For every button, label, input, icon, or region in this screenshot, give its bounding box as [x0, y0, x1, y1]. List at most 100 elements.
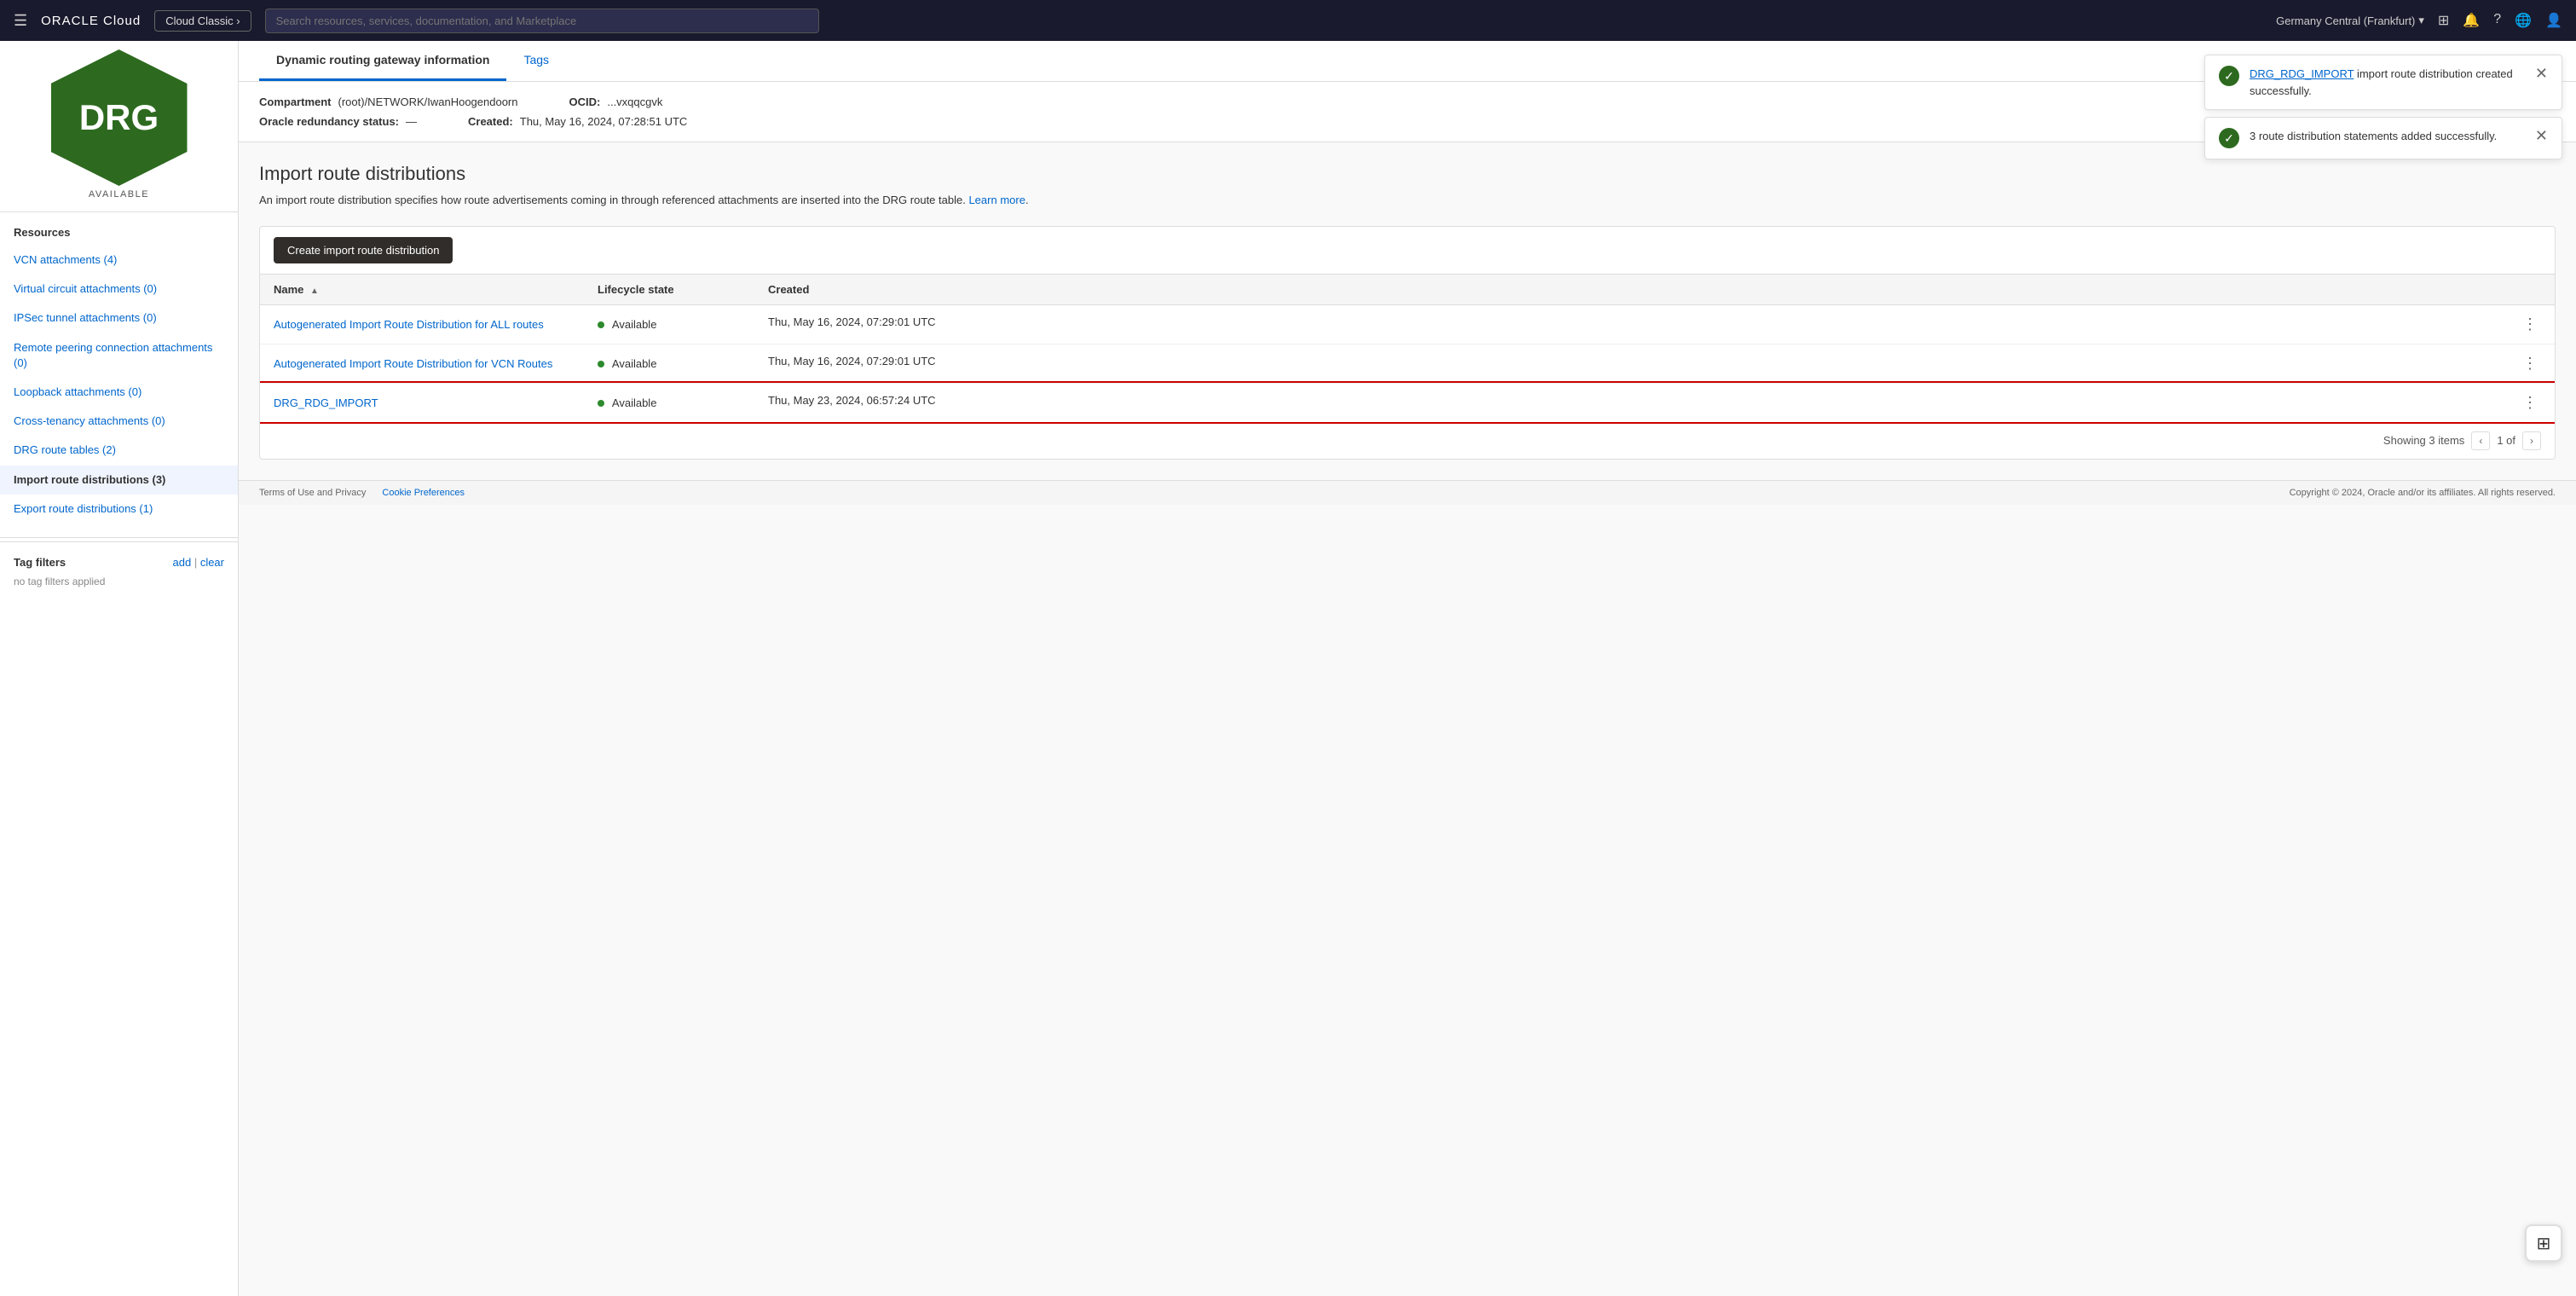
pagination-prev-button[interactable]: ‹ [2471, 431, 2490, 450]
column-name-label: Name [274, 283, 303, 296]
notification-bell-icon[interactable]: 🔔 [2463, 12, 2480, 29]
content-area: ✓ DRG_RDG_IMPORT import route distributi… [239, 41, 2576, 1296]
ocid-value: ...vxqqcgvk [607, 95, 662, 108]
sidebar-item-virtual-circuit[interactable]: Virtual circuit attachments (0) [0, 275, 238, 304]
row-2-state-text: Available [612, 357, 657, 370]
region-chevron-icon: ▾ [2418, 14, 2424, 27]
row-1-actions-menu-button[interactable]: ⋮ [2519, 315, 2541, 333]
toast-2-body: 3 route distribution statements added su… [2250, 128, 2525, 145]
cookie-preferences-link[interactable]: Cookie Preferences [382, 488, 465, 498]
region-label: Germany Central (Frankfurt) [2276, 14, 2415, 27]
tag-filters-label: Tag filters [14, 556, 66, 569]
row-2-name-link[interactable]: Autogenerated Import Route Distribution … [274, 357, 552, 370]
sidebar-item-loopback[interactable]: Loopback attachments (0) [0, 378, 238, 407]
row-1-status-dot [598, 321, 604, 328]
copyright-text: Copyright © 2024, Oracle and/or its affi… [2290, 488, 2556, 498]
terms-of-use-link[interactable]: Terms of Use and Privacy [259, 488, 366, 498]
global-search-input[interactable] [265, 9, 819, 33]
notifications-container: ✓ DRG_RDG_IMPORT import route distributi… [2204, 55, 2562, 159]
row-2-status-dot [598, 361, 604, 367]
row-3-name-cell: DRG_RDG_IMPORT [260, 383, 584, 422]
toast-2-close-button[interactable]: ✕ [2535, 128, 2548, 143]
column-header-name[interactable]: Name ▲ [260, 275, 584, 305]
language-globe-icon[interactable]: 🌐 [2515, 12, 2532, 29]
row-1-state-cell: Available [584, 304, 754, 344]
table-row: Autogenerated Import Route Distribution … [260, 304, 2555, 344]
sidebar-item-import-route-distributions[interactable]: Import route distributions (3) [0, 466, 238, 495]
cloud-classic-button[interactable]: Cloud Classic › [154, 10, 251, 32]
create-import-route-distribution-button[interactable]: Create import route distribution [274, 237, 453, 263]
drg-rdg-import-link-toast[interactable]: DRG_RDG_IMPORT [2250, 67, 2354, 80]
oracle-logo: ORACLE Cloud [41, 14, 141, 28]
sidebar-item-export-route-distributions[interactable]: Export route distributions (1) [0, 495, 238, 524]
drg-rdg-import-name-link[interactable]: DRG_RDG_IMPORT [274, 396, 378, 409]
showing-items-text: Showing 3 items [2383, 434, 2464, 447]
learn-more-link[interactable]: Learn more [968, 194, 1025, 206]
help-widget-button[interactable]: ⊞ [2525, 1224, 2562, 1262]
row-3-created-cell: Thu, May 23, 2024, 06:57:24 UTC ⋮ [754, 383, 2555, 422]
row-1-name-cell: Autogenerated Import Route Distribution … [260, 304, 584, 344]
row-3-state-text: Available [612, 396, 657, 409]
distributions-table: Name ▲ Lifecycle state Created Autogener… [260, 275, 2555, 423]
toast-1-close-button[interactable]: ✕ [2535, 66, 2548, 81]
sidebar-item-vcn-attachments[interactable]: VCN attachments (4) [0, 246, 238, 275]
row-1-name-link[interactable]: Autogenerated Import Route Distribution … [274, 318, 544, 331]
column-header-created: Created [754, 275, 2555, 305]
tag-filters-section: Tag filters add | clear no tag filters a… [0, 541, 238, 601]
console-icon[interactable]: ⊞ [2438, 12, 2449, 29]
ocid-label: OCID: [569, 95, 601, 108]
table-row: Autogenerated Import Route Distribution … [260, 344, 2555, 383]
toast-1: ✓ DRG_RDG_IMPORT import route distributi… [2204, 55, 2562, 110]
created-info: Created: Thu, May 16, 2024, 07:28:51 UTC [468, 115, 687, 128]
sidebar-item-remote-peering[interactable]: Remote peering connection attachments (0… [0, 333, 238, 378]
no-tag-filters-text: no tag filters applied [14, 576, 224, 587]
column-header-lifecycle-state: Lifecycle state [584, 275, 754, 305]
row-3-actions-menu-button[interactable]: ⋮ [2519, 394, 2541, 412]
table-header-row: Name ▲ Lifecycle state Created [260, 275, 2555, 305]
sidebar-item-drg-route-tables[interactable]: DRG route tables (2) [0, 436, 238, 465]
toast-1-success-icon: ✓ [2219, 66, 2239, 86]
row-3-created-text: Thu, May 23, 2024, 06:57:24 UTC [768, 394, 936, 407]
nav-icons: ⊞ 🔔 ? 🌐 👤 [2438, 12, 2562, 29]
import-route-distributions-table: Create import route distribution Name ▲ … [259, 226, 2556, 460]
sort-name-icon: ▲ [310, 286, 319, 296]
row-1-created-cell: Thu, May 16, 2024, 07:29:01 UTC ⋮ [754, 304, 2555, 344]
help-widget-icon: ⊞ [2537, 1233, 2551, 1254]
clear-tag-filter-link[interactable]: clear [200, 556, 224, 569]
available-badge: AVAILABLE [89, 189, 149, 200]
nav-right: Germany Central (Frankfurt) ▾ ⊞ 🔔 ? 🌐 👤 [2276, 12, 2562, 29]
toast-2-message: 3 route distribution statements added su… [2250, 130, 2497, 142]
hamburger-menu[interactable]: ☰ [14, 12, 27, 30]
top-navigation: ☰ ORACLE Cloud Cloud Classic › Germany C… [0, 0, 2576, 41]
row-2-actions-menu-button[interactable]: ⋮ [2519, 355, 2541, 373]
help-icon[interactable]: ? [2493, 12, 2501, 29]
row-1-state-text: Available [612, 318, 657, 331]
main-layout: DRG AVAILABLE Resources VCN attachments … [0, 41, 2576, 1296]
region-selector[interactable]: Germany Central (Frankfurt) ▾ [2276, 14, 2424, 27]
section-desc-text: An import route distribution specifies h… [259, 194, 966, 206]
tab-tags[interactable]: Tags [506, 41, 566, 81]
add-tag-filter-link[interactable]: add [172, 556, 191, 569]
created-label: Created: [468, 115, 513, 128]
resources-label: Resources [0, 216, 238, 246]
row-2-name-cell: Autogenerated Import Route Distribution … [260, 344, 584, 383]
row-2-created-cell: Thu, May 16, 2024, 07:29:01 UTC ⋮ [754, 344, 2555, 383]
sidebar-item-ipsec[interactable]: IPSec tunnel attachments (0) [0, 304, 238, 333]
sidebar: DRG AVAILABLE Resources VCN attachments … [0, 41, 239, 1296]
page-info-text: 1 of [2497, 434, 2515, 447]
drg-logo-wrapper: DRG AVAILABLE [0, 41, 238, 208]
redundancy-label: Oracle redundancy status: [259, 115, 399, 128]
compartment-value: (root)/NETWORK/IwanHoogendoorn [338, 95, 518, 108]
drg-logo-text: DRG [79, 97, 159, 138]
table-footer: Showing 3 items ‹ 1 of › [260, 423, 2555, 459]
pagination-next-button[interactable]: › [2522, 431, 2541, 450]
sidebar-item-cross-tenancy[interactable]: Cross-tenancy attachments (0) [0, 407, 238, 436]
row-1-created-text: Thu, May 16, 2024, 07:29:01 UTC [768, 315, 936, 328]
toast-2: ✓ 3 route distribution statements added … [2204, 117, 2562, 159]
user-account-icon[interactable]: 👤 [2545, 12, 2562, 29]
section-description: An import route distribution specifies h… [259, 192, 2556, 209]
section-title: Import route distributions [259, 163, 2556, 185]
toast-2-success-icon: ✓ [2219, 128, 2239, 148]
tab-drg-information[interactable]: Dynamic routing gateway information [259, 41, 506, 81]
row-2-created-text: Thu, May 16, 2024, 07:29:01 UTC [768, 355, 936, 367]
